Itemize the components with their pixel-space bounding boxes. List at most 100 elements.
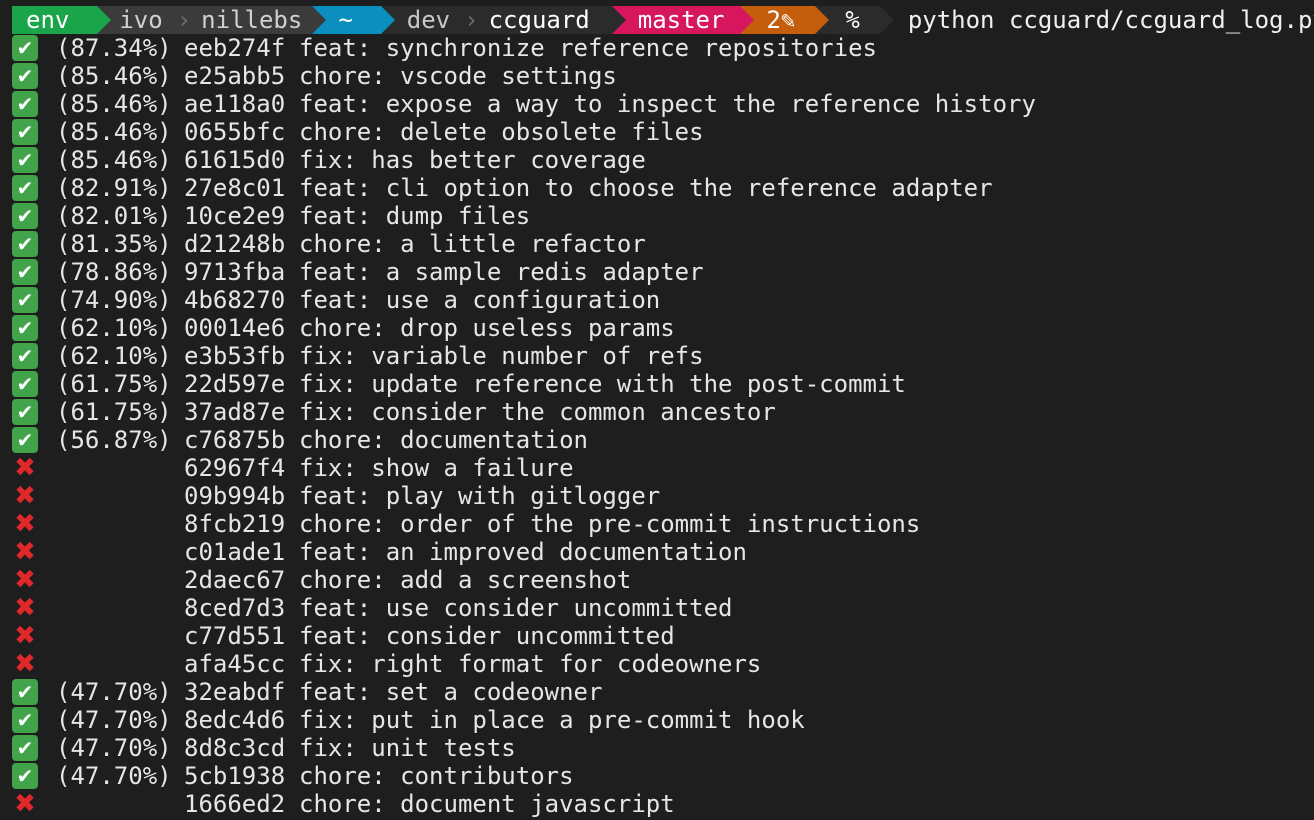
- check-mark-icon: ✔: [12, 175, 38, 201]
- log-row: ✖ 62967f4 fix: show a failure: [12, 454, 1314, 482]
- coverage-value: (87.34%): [56, 34, 172, 62]
- commit-message: fix: update reference with the post-comm…: [299, 370, 906, 398]
- chevron-separator-icon: ›: [464, 6, 479, 34]
- check-mark-icon: ✔: [12, 735, 38, 761]
- commit-message: fix: has better coverage: [299, 146, 646, 174]
- check-mark-icon: ✔: [12, 35, 38, 61]
- prompt-changes: 2✎: [766, 6, 796, 34]
- coverage-value: (47.70%): [56, 734, 172, 762]
- commit-message: fix: put in place a pre-commit hook: [299, 706, 805, 734]
- commit-message: feat: dump files: [299, 202, 531, 230]
- log-row: ✔ (47.70%) 8edc4d6 fix: put in place a pre-…: [12, 706, 1314, 734]
- prompt-host: nillebs: [201, 6, 303, 34]
- commit-hash: 00014e6: [184, 314, 286, 342]
- commit-hash: ae118a0: [184, 90, 286, 118]
- check-mark-icon: ✔: [12, 147, 38, 173]
- cross-mark-icon: ✖: [14, 537, 36, 567]
- log-row: ✔ (85.46%) 61615d0 fix: has better coverage: [12, 146, 1314, 174]
- commit-hash: 22d597e: [184, 370, 286, 398]
- check-mark-icon: ✔: [12, 119, 38, 145]
- commit-message: fix: unit tests: [299, 734, 516, 762]
- check-mark-icon: ✔: [12, 427, 38, 453]
- log-row: ✔ (62.10%) 00014e6 chore: drop useless para…: [12, 314, 1314, 342]
- commit-hash: 0655bfc: [184, 118, 286, 146]
- log-row: ✔ (85.46%) 0655bfc chore: delete obsolete f…: [12, 118, 1314, 146]
- coverage-value: (78.86%): [56, 258, 172, 286]
- log-row: ✔ (74.90%) 4b68270 feat: use a configuratio…: [12, 286, 1314, 314]
- prompt-symbol: %: [845, 6, 860, 34]
- coverage-value: (47.70%): [56, 678, 172, 706]
- coverage-value: (61.75%): [56, 398, 172, 426]
- cross-mark-icon: ✖: [14, 621, 36, 651]
- check-mark-icon: ✔: [12, 763, 38, 789]
- commit-message: chore: order of the pre-commit instructi…: [299, 510, 921, 538]
- log-row: ✔ (56.87%) c76875b chore: documentation: [12, 426, 1314, 454]
- log-row: ✖ 8fcb219 chore: order of the pre-commit i…: [12, 510, 1314, 538]
- cross-mark-icon: ✖: [14, 481, 36, 511]
- commit-hash: 8d8c3cd: [184, 734, 286, 762]
- coverage-value: (85.46%): [56, 118, 172, 146]
- prompt-path-current: ccguard: [488, 6, 590, 34]
- prompt-home-segment: ~: [312, 6, 396, 34]
- log-row: ✖ afa45cc fix: right format for codeowners: [12, 650, 1314, 678]
- commit-hash: 8ced7d3: [184, 594, 286, 622]
- commit-hash: 1666ed2: [184, 790, 286, 818]
- prompt-env-segment: env: [12, 6, 112, 34]
- log-row: ✖ 09b994b feat: play with gitlogger: [12, 482, 1314, 510]
- log-row: ✔ (47.70%) 8d8c3cd fix: unit tests: [12, 734, 1314, 762]
- commit-hash: 4b68270: [184, 286, 286, 314]
- chevron-separator-icon: ›: [176, 6, 192, 34]
- log-row: ✔ (47.70%) 32eabdf feat: set a codeowner: [12, 678, 1314, 706]
- cross-mark-icon: ✖: [14, 593, 36, 623]
- commit-log: ✔ (87.34%) eeb274f feat: synchronize refere…: [12, 34, 1314, 818]
- log-row: ✖ 1666ed2 chore: document javascript: [12, 790, 1314, 818]
- commit-message: feat: use consider uncommitted: [299, 594, 733, 622]
- coverage-value: (85.46%): [56, 90, 172, 118]
- commit-hash: d21248b: [184, 230, 286, 258]
- log-row: ✔ (82.91%) 27e8c01 feat: cli option to choo…: [12, 174, 1314, 202]
- commit-hash: 9713fba: [184, 258, 286, 286]
- log-row: ✖ c01ade1 feat: an improved documentation: [12, 538, 1314, 566]
- coverage-value: (62.10%): [56, 314, 172, 342]
- commit-message: feat: an improved documentation: [299, 538, 747, 566]
- check-mark-icon: ✔: [12, 343, 38, 369]
- coverage-value: (47.70%): [56, 706, 172, 734]
- cross-mark-icon: ✖: [14, 649, 36, 679]
- commit-hash: 2daec67: [184, 566, 286, 594]
- coverage-value: (81.35%): [56, 230, 172, 258]
- coverage-value: (47.70%): [56, 762, 172, 790]
- shell-prompt: env ivo › nillebs ~ dev › ccguard master…: [12, 6, 1314, 34]
- commit-hash: 32eabdf: [184, 678, 286, 706]
- commit-hash: eeb274f: [184, 34, 286, 62]
- coverage-value: (74.90%): [56, 286, 172, 314]
- log-row: ✔ (82.01%) 10ce2e9 feat: dump files: [12, 202, 1314, 230]
- commit-hash: 61615d0: [184, 146, 286, 174]
- log-row: ✔ (61.75%) 37ad87e fix: consider the common…: [12, 398, 1314, 426]
- log-row: ✔ (85.46%) e25abb5 chore: vscode settings: [12, 62, 1314, 90]
- log-row: ✔ (62.10%) e3b53fb fix: variable number of …: [12, 342, 1314, 370]
- commit-message: feat: expose a way to inspect the refere…: [299, 90, 1036, 118]
- commit-hash: 27e8c01: [184, 174, 286, 202]
- check-mark-icon: ✔: [12, 679, 38, 705]
- prompt-user: ivo: [119, 6, 163, 34]
- commit-hash: 62967f4: [184, 454, 286, 482]
- log-row: ✔ (47.70%) 5cb1938 chore: contributors: [12, 762, 1314, 790]
- commit-message: feat: a sample redis adapter: [299, 258, 704, 286]
- cross-mark-icon: ✖: [14, 509, 36, 539]
- terminal-window[interactable]: env ivo › nillebs ~ dev › ccguard master…: [0, 0, 1314, 820]
- commit-message: feat: synchronize reference repositories: [299, 34, 877, 62]
- coverage-value: (61.75%): [56, 370, 172, 398]
- command-line[interactable]: python ccguard/ccguard_log.py: [908, 6, 1314, 34]
- check-mark-icon: ✔: [12, 203, 38, 229]
- log-row: ✔ (78.86%) 9713fba feat: a sample redis ada…: [12, 258, 1314, 286]
- commit-hash: afa45cc: [184, 650, 286, 678]
- log-row: ✔ (87.34%) eeb274f feat: synchronize refere…: [12, 34, 1314, 62]
- commit-message: chore: delete obsolete files: [299, 118, 704, 146]
- commit-hash: 09b994b: [184, 482, 286, 510]
- coverage-value: (85.46%): [56, 62, 172, 90]
- coverage-value: (85.46%): [56, 146, 172, 174]
- commit-message: feat: use a configuration: [299, 286, 661, 314]
- check-mark-icon: ✔: [12, 287, 38, 313]
- commit-message: fix: right format for codeowners: [299, 650, 762, 678]
- check-mark-icon: ✔: [12, 399, 38, 425]
